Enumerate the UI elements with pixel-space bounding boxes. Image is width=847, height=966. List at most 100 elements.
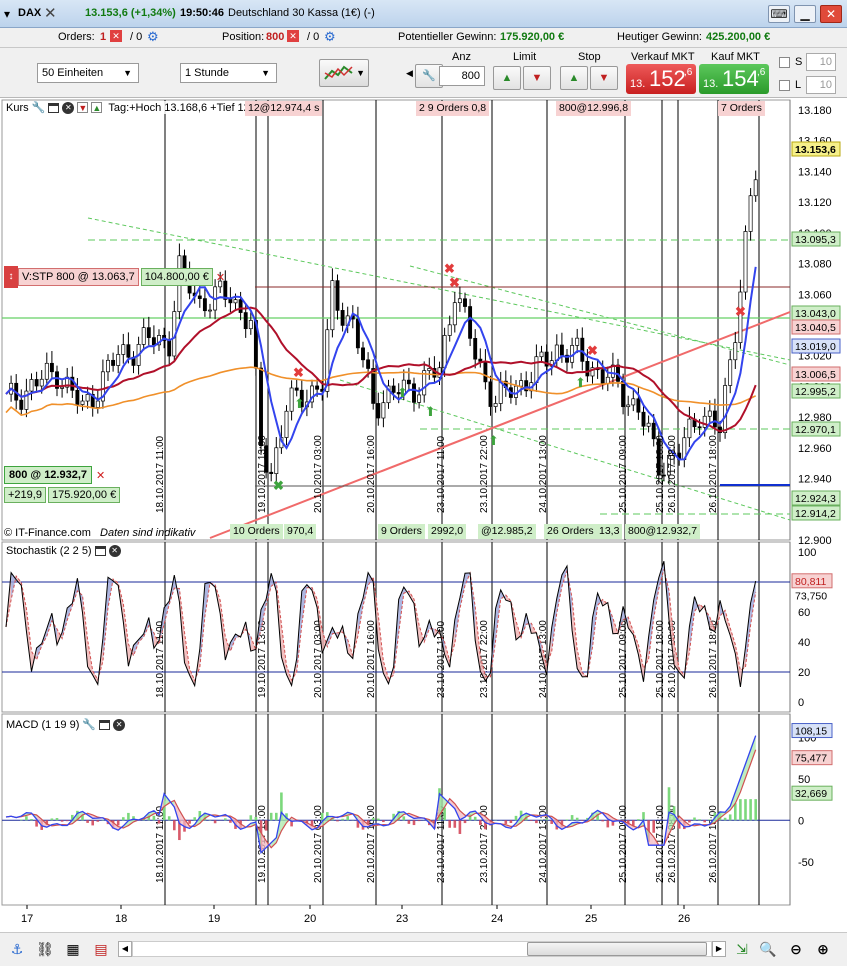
stop-sell-button[interactable]: ▼ [590, 66, 618, 90]
sell-market-button[interactable]: 13. 152 ,6 [626, 64, 696, 94]
l-checkbox[interactable] [779, 80, 790, 91]
candle-body [723, 385, 728, 434]
s-checkbox[interactable] [779, 57, 790, 68]
candle-body [366, 359, 371, 369]
macd-bar [754, 799, 757, 821]
wrench-icon[interactable]: 🔧 [82, 718, 96, 731]
macd-bar [254, 817, 258, 821]
fit-icon[interactable]: ⇲ [731, 938, 753, 960]
zoom-out-icon[interactable]: ⊖ [785, 938, 807, 960]
candle-body [468, 306, 473, 339]
candle-body [151, 337, 156, 346]
price-level-label: 13.040,5 [795, 322, 836, 334]
order-tag[interactable]: 2 9 Orders 0,8 [416, 101, 490, 116]
layout-icon[interactable]: ▤ [90, 938, 112, 960]
candle-body [315, 385, 320, 390]
l-input[interactable]: 10 [806, 76, 836, 94]
candle-body [330, 280, 335, 331]
limit-buy-button[interactable]: ▲ [493, 66, 521, 90]
date-label: 25.10.2017 18:00 [655, 435, 666, 513]
price-panel-title: Kurs [6, 101, 29, 114]
chart-area[interactable]: 13.18013.16013.14013.12013.10013.08013.0… [0, 98, 847, 932]
move-down-icon[interactable]: ▼ [77, 102, 89, 113]
stop-handle-icon[interactable]: ↕ [4, 266, 18, 288]
price-axis-label: 12.900 [798, 535, 832, 547]
toolbar-scroll-left[interactable]: ◀ [406, 53, 414, 93]
macd-value: 75,477 [795, 753, 827, 765]
order-tag[interactable]: 2992,0 [428, 524, 467, 539]
keyboard-icon[interactable]: ⌨ [768, 5, 790, 23]
zoom-fit-icon[interactable]: 🔍 [757, 938, 779, 960]
position-tag[interactable]: 800 @ 12.932,7 ✕ +219,9 175.920,00 € [4, 466, 121, 503]
candle-body [452, 302, 457, 326]
close-panel-icon[interactable]: ✕ [113, 718, 126, 731]
order-tag[interactable]: 10 Orders [230, 524, 283, 539]
buy-arrow: ⬆ [397, 385, 408, 400]
close-position-icon[interactable]: ✕ [287, 30, 299, 42]
candle-body [728, 359, 733, 386]
order-tag[interactable]: 13,3 [596, 524, 623, 539]
order-tag[interactable]: 26 Orders [544, 524, 597, 539]
window-menu-icon[interactable]: ▾ [4, 7, 10, 21]
stop-order-tag[interactable]: ↕ V:STP 800 @ 13.063,7 104.800,00 € ✕ [4, 266, 225, 288]
order-tag[interactable]: 12@12.974,4 s [245, 101, 323, 116]
wrench-icon[interactable]: 🔧 [32, 101, 46, 114]
close-position-icon[interactable]: ✕ [96, 469, 105, 482]
limit-sell-button[interactable]: ▼ [523, 66, 551, 90]
cancel-stop-icon[interactable]: ✕ [216, 271, 225, 284]
buy-market-button[interactable]: 13. 154 ,6 [699, 64, 769, 94]
interval-select[interactable]: 1 Stunde ▼ [180, 63, 277, 83]
zoom-in-icon[interactable]: ⊕ [812, 938, 834, 960]
link-icon[interactable]: ⛓ [34, 938, 56, 960]
chart-type-button[interactable]: ▼ [319, 59, 369, 87]
candle-body [493, 403, 498, 407]
scroll-left-button[interactable]: ◀ [118, 941, 132, 957]
info-bar: Orders: 1 ✕ / 0 ⚙ Position: 800 ✕ / 0 ⚙ … [0, 28, 847, 48]
macd-bar [581, 820, 584, 821]
sell-marker: ✖ [735, 304, 746, 319]
macd-bar [734, 803, 737, 821]
minimize-button[interactable]: ▁ [794, 5, 816, 23]
horizontal-scrollbar-thumb[interactable] [527, 942, 707, 956]
close-window-button[interactable]: ✕ [820, 5, 842, 23]
cancel-orders-icon[interactable]: ✕ [110, 30, 122, 42]
price-axis-label: 13.120 [798, 197, 832, 209]
stochastic-axis-label: 40 [798, 637, 810, 649]
date-label: 25.10.2017 09:00 [618, 435, 629, 513]
order-tag[interactable]: 7 Orders [718, 101, 765, 116]
s-input[interactable]: 10 [806, 53, 836, 71]
macd-bar [336, 820, 339, 822]
orders-settings-icon[interactable]: ⚙ [147, 29, 159, 45]
stochastic-axis-label: 0 [798, 697, 804, 709]
anz-input[interactable]: 800 [439, 66, 485, 86]
close-panel-icon[interactable]: ✕ [62, 101, 75, 114]
close-panel-icon[interactable]: ✕ [108, 545, 121, 557]
s-label: S [795, 56, 803, 68]
scroll-right-button[interactable]: ▶ [712, 941, 726, 957]
macd-bar [382, 820, 385, 823]
maximize-panel-icon[interactable] [94, 546, 106, 556]
order-tag[interactable]: 970,4 [284, 524, 317, 539]
buy-arrow: ⬆ [294, 396, 305, 411]
close-tab-icon[interactable]: ✕ [44, 4, 57, 22]
candle-body [259, 367, 263, 447]
lock-icon[interactable]: ⚓ [6, 938, 28, 960]
stop-buy-button[interactable]: ▲ [560, 66, 588, 90]
units-select[interactable]: 50 Einheiten ▼ [37, 63, 139, 83]
candle-body [371, 368, 376, 404]
order-tag[interactable]: @12.985,2 [478, 524, 536, 539]
move-up-icon[interactable]: ▲ [91, 102, 103, 113]
maximize-panel-icon[interactable] [48, 102, 60, 113]
macd-bar [86, 820, 89, 823]
x-axis-label: 19 [208, 913, 220, 925]
candle-body [294, 387, 299, 391]
order-tag[interactable]: 800@12.996,8 [556, 101, 632, 116]
position-settings-icon[interactable]: ⚙ [324, 29, 336, 45]
order-tag[interactable]: 9 Orders [378, 524, 425, 539]
save-icon[interactable]: ▦ [62, 938, 84, 960]
price-level-label: 13.019,0 [795, 341, 836, 353]
maximize-panel-icon[interactable] [99, 719, 111, 730]
macd-bar [412, 820, 416, 826]
order-tag[interactable]: 800@12.932,7 [625, 524, 701, 539]
chevron-down-icon: ▼ [261, 68, 270, 78]
